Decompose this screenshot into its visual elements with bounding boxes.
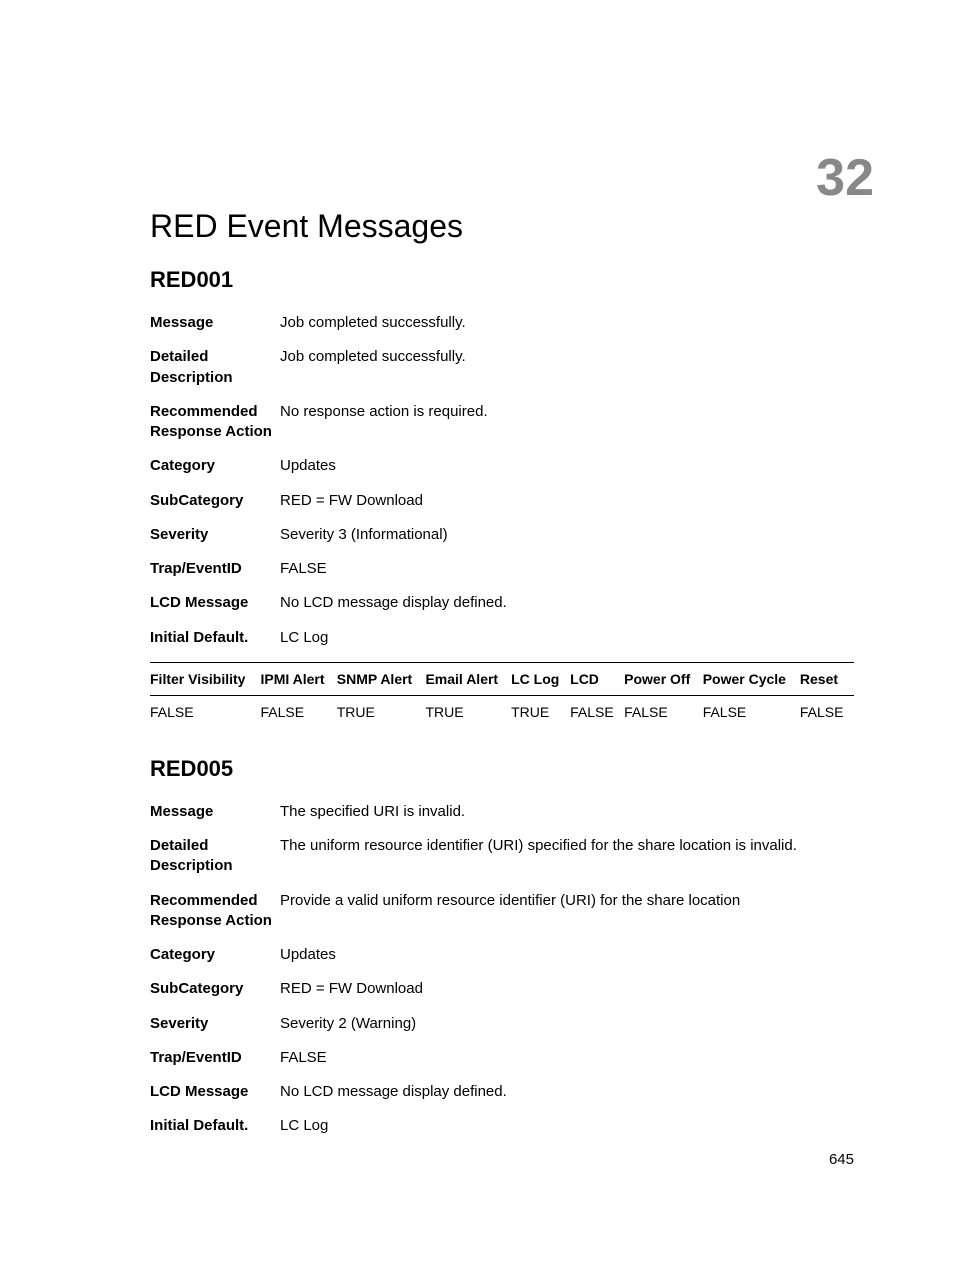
label-severity: Severity: [150, 1014, 280, 1034]
kv-row: SubCategory RED = FW Download: [150, 979, 854, 999]
td-cell: FALSE: [800, 695, 854, 728]
page-title: RED Event Messages: [150, 208, 854, 245]
kv-row: Category Updates: [150, 945, 854, 965]
value-severity: Severity 3 (Informational): [280, 525, 854, 545]
label-lcd: LCD Message: [150, 593, 280, 613]
kv-row: Trap/EventID FALSE: [150, 559, 854, 579]
kv-row: Severity Severity 3 (Informational): [150, 525, 854, 545]
kv-row: Detailed Description Job completed succe…: [150, 347, 854, 388]
kv-row: LCD Message No LCD message display defin…: [150, 1082, 854, 1102]
th-filter-visibility: Filter Visibility: [150, 662, 260, 695]
value-lcd: No LCD message display defined.: [280, 1082, 854, 1102]
kv-block-red005: Message The specified URI is invalid. De…: [150, 802, 854, 1137]
kv-row: Trap/EventID FALSE: [150, 1048, 854, 1068]
th-reset: Reset: [800, 662, 854, 695]
table-row: FALSE FALSE TRUE TRUE TRUE FALSE FALSE F…: [150, 695, 854, 728]
kv-row: Detailed Description The uniform resourc…: [150, 836, 854, 877]
value-category: Updates: [280, 945, 854, 965]
th-email-alert: Email Alert: [425, 662, 511, 695]
table-header-row: Filter Visibility IPMI Alert SNMP Alert …: [150, 662, 854, 695]
value-detailed: Job completed successfully.: [280, 347, 854, 388]
alert-table-red001: Filter Visibility IPMI Alert SNMP Alert …: [150, 662, 854, 728]
td-cell: TRUE: [511, 695, 570, 728]
td-cell: TRUE: [337, 695, 426, 728]
label-initial: Initial Default.: [150, 628, 280, 648]
kv-row: Initial Default. LC Log: [150, 628, 854, 648]
label-message: Message: [150, 313, 280, 333]
td-cell: FALSE: [703, 695, 800, 728]
th-lcd: LCD: [570, 662, 624, 695]
label-recommended: Recommended Response Action: [150, 402, 280, 443]
label-category: Category: [150, 456, 280, 476]
value-subcategory: RED = FW Download: [280, 491, 854, 511]
value-message: The specified URI is invalid.: [280, 802, 854, 822]
label-category: Category: [150, 945, 280, 965]
kv-row: Category Updates: [150, 456, 854, 476]
value-trap: FALSE: [280, 1048, 854, 1068]
kv-row: Message The specified URI is invalid.: [150, 802, 854, 822]
kv-row: Message Job completed successfully.: [150, 313, 854, 333]
kv-block-red001: Message Job completed successfully. Deta…: [150, 313, 854, 648]
td-cell: FALSE: [150, 695, 260, 728]
td-cell: TRUE: [425, 695, 511, 728]
label-message: Message: [150, 802, 280, 822]
th-lc-log: LC Log: [511, 662, 570, 695]
td-cell: FALSE: [260, 695, 336, 728]
label-initial: Initial Default.: [150, 1116, 280, 1136]
value-severity: Severity 2 (Warning): [280, 1014, 854, 1034]
label-lcd: LCD Message: [150, 1082, 280, 1102]
kv-row: Recommended Response Action No response …: [150, 402, 854, 443]
td-cell: FALSE: [624, 695, 703, 728]
label-trap: Trap/EventID: [150, 1048, 280, 1068]
td-cell: FALSE: [570, 695, 624, 728]
value-trap: FALSE: [280, 559, 854, 579]
kv-row: Severity Severity 2 (Warning): [150, 1014, 854, 1034]
value-recommended: Provide a valid uniform resource identif…: [280, 891, 854, 932]
th-snmp-alert: SNMP Alert: [337, 662, 426, 695]
th-power-cycle: Power Cycle: [703, 662, 800, 695]
value-recommended: No response action is required.: [280, 402, 854, 443]
section-heading-red005: RED005: [150, 756, 854, 782]
value-initial: LC Log: [280, 1116, 854, 1136]
label-severity: Severity: [150, 525, 280, 545]
value-message: Job completed successfully.: [280, 313, 854, 333]
value-detailed: The uniform resource identifier (URI) sp…: [280, 836, 854, 877]
kv-row: SubCategory RED = FW Download: [150, 491, 854, 511]
th-ipmi-alert: IPMI Alert: [260, 662, 336, 695]
label-subcategory: SubCategory: [150, 979, 280, 999]
label-detailed: Detailed Description: [150, 836, 280, 877]
label-subcategory: SubCategory: [150, 491, 280, 511]
value-lcd: No LCD message display defined.: [280, 593, 854, 613]
chapter-number: 32: [816, 148, 874, 208]
label-trap: Trap/EventID: [150, 559, 280, 579]
th-power-off: Power Off: [624, 662, 703, 695]
kv-row: LCD Message No LCD message display defin…: [150, 593, 854, 613]
section-heading-red001: RED001: [150, 267, 854, 293]
value-initial: LC Log: [280, 628, 854, 648]
kv-row: Recommended Response Action Provide a va…: [150, 891, 854, 932]
label-detailed: Detailed Description: [150, 347, 280, 388]
label-recommended: Recommended Response Action: [150, 891, 280, 932]
value-subcategory: RED = FW Download: [280, 979, 854, 999]
kv-row: Initial Default. LC Log: [150, 1116, 854, 1136]
page-number: 645: [829, 1151, 854, 1168]
value-category: Updates: [280, 456, 854, 476]
